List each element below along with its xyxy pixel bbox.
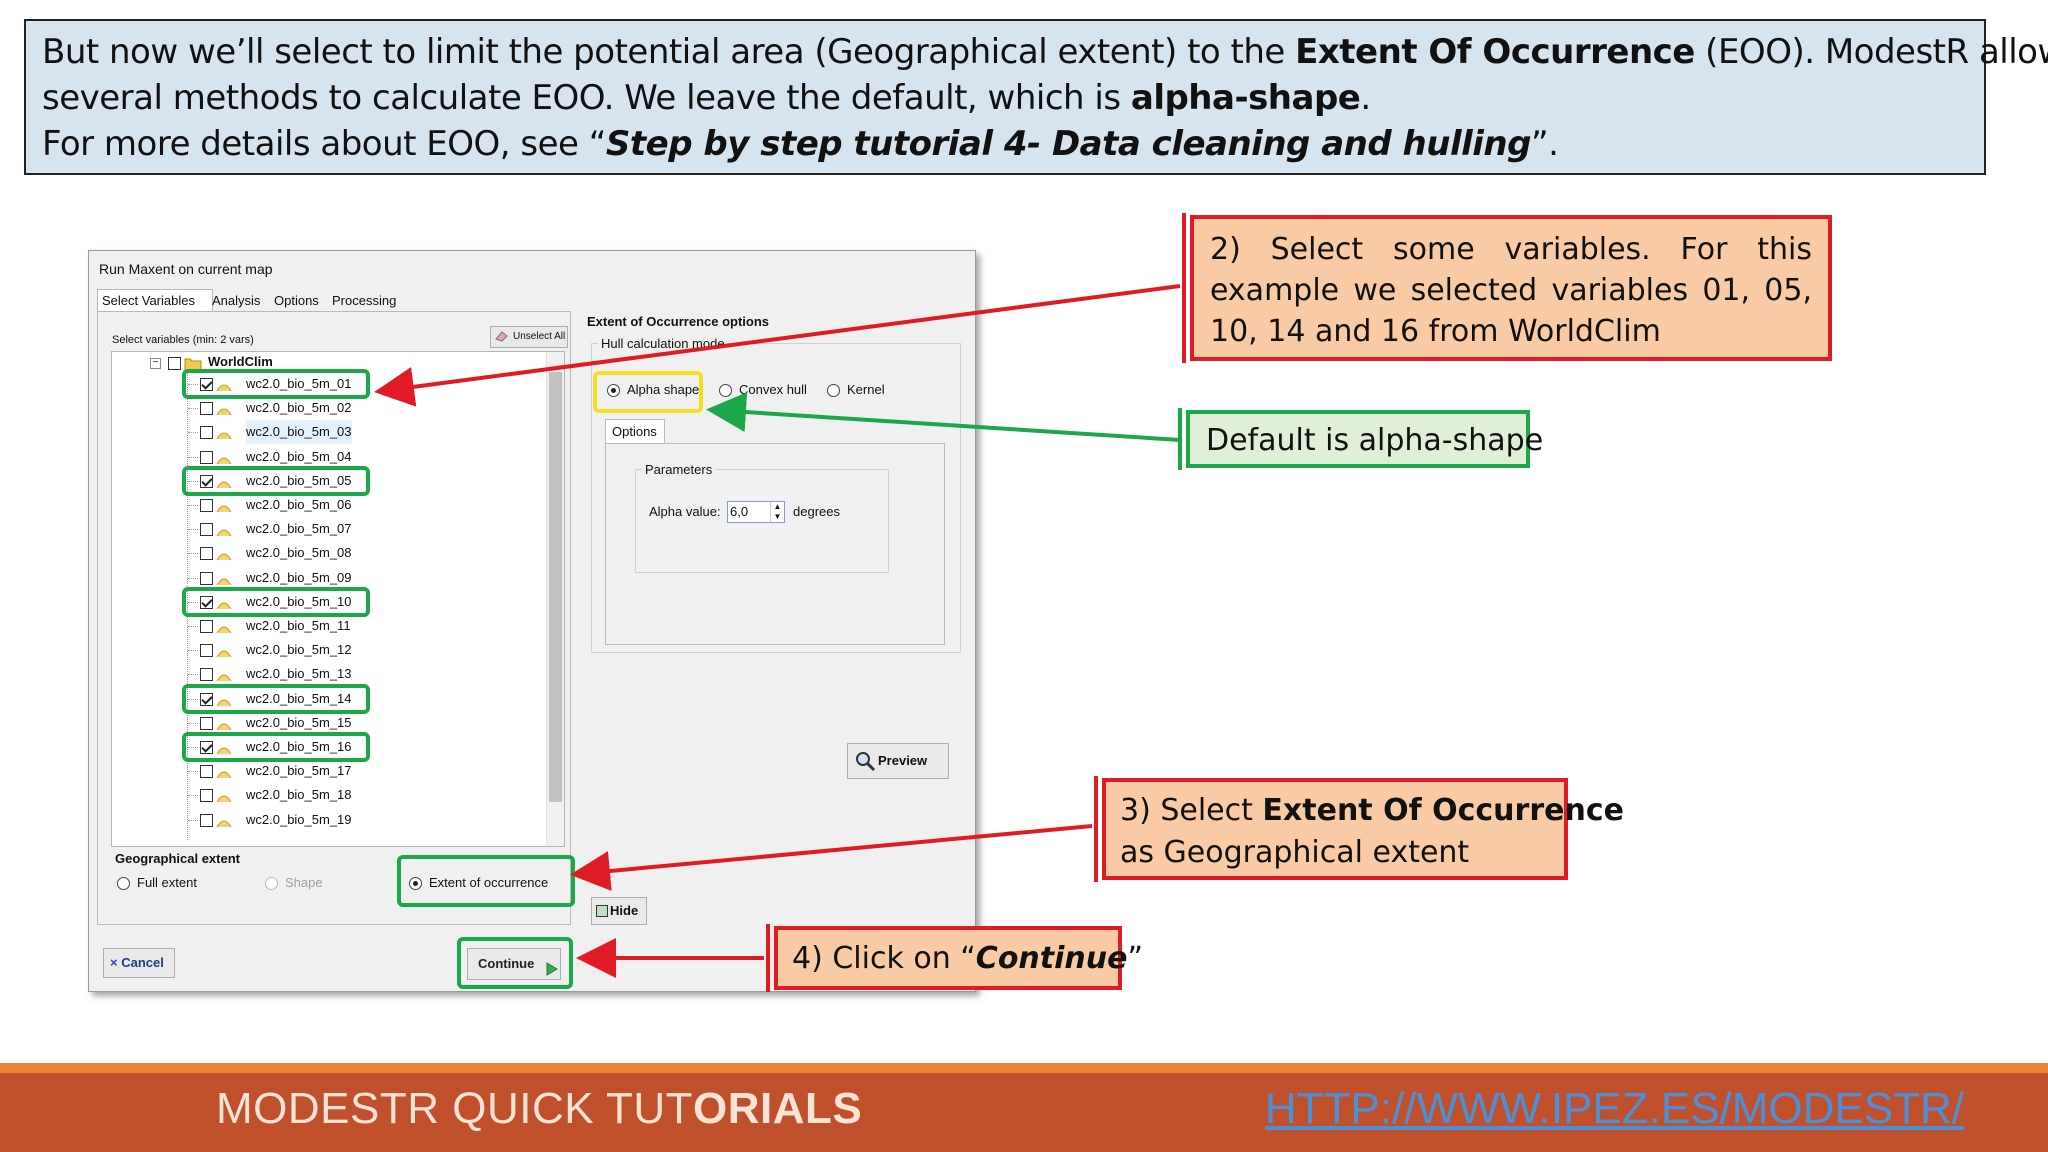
footer-title: MODESTR QUICK TUTORIALS xyxy=(216,1084,862,1134)
footer-link[interactable]: HTTP://WWW.IPEZ.ES/MODESTR/ xyxy=(1265,1084,1964,1134)
arrow-to-alpha-shape xyxy=(706,392,1181,442)
footer-title-light: MODESTR QUICK TUT xyxy=(216,1084,694,1133)
footer-accent-line xyxy=(0,1063,2048,1073)
arrow-to-eoo xyxy=(570,824,1093,891)
annotation-arrows xyxy=(374,284,1181,978)
footer-title-bold: ORIALS xyxy=(693,1084,863,1133)
arrow-to-variables xyxy=(374,284,1181,407)
